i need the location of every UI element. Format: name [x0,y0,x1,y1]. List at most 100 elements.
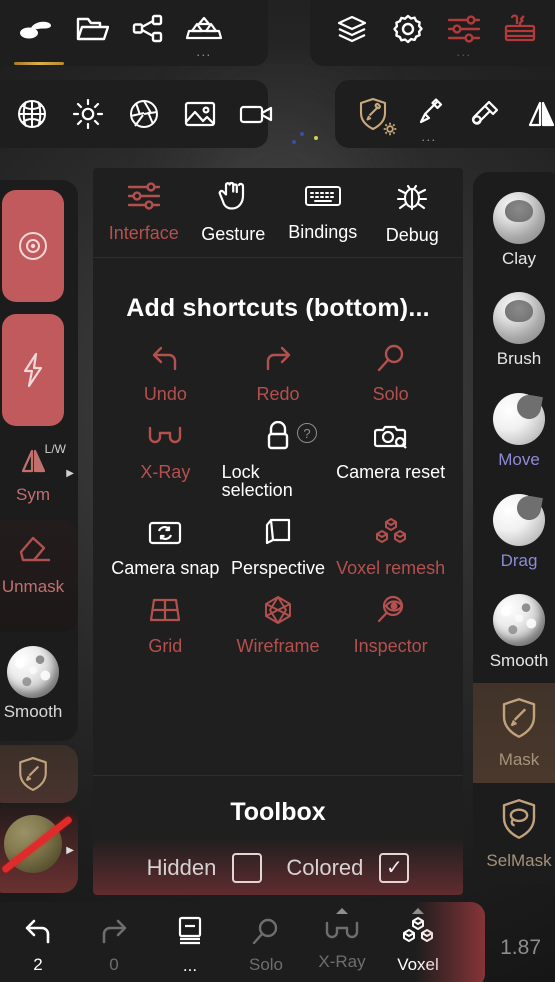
bottom-redo-button[interactable]: 0 [76,902,152,982]
aperture-icon[interactable] [116,86,172,142]
chevron-up-icon[interactable] [412,908,424,914]
unmask-button[interactable]: Unmask [0,520,78,632]
brush-item-clay[interactable]: Clay [473,180,555,281]
bottom-undo-button[interactable]: 2 [0,902,76,982]
mask-button[interactable] [0,745,78,803]
brush-item-smooth[interactable]: Smooth [473,582,555,683]
gear-icon[interactable] [380,1,436,57]
axis-gizmo-dot-z[interactable] [300,132,304,136]
shortcut-undo[interactable]: Undo [109,341,222,403]
toolbox-icon[interactable] [492,1,548,57]
brush-item-selmask[interactable]: SelMask [473,783,555,884]
sun-icon[interactable] [60,86,116,142]
wireframe-icon [262,593,294,627]
symmetry-expand-arrow[interactable]: ▶ [66,468,74,479]
shortcut-perspective[interactable]: Perspective [222,515,335,577]
shortcut-label: Grid [148,636,183,656]
paintbrush-icon[interactable]: ... [401,86,457,143]
more-options-ellipsis[interactable]: ... [401,130,457,143]
axis-gizmo-dot-y[interactable] [314,136,318,140]
shortcut-label: Solo [372,384,409,404]
brush-item-mask[interactable]: Mask [473,682,555,784]
bottom-solo-button[interactable]: Solo [228,902,304,982]
paint-bucket-icon[interactable] [457,86,513,142]
panel-tab-bar: Interface Gesture Bindings Debug [93,168,463,258]
bottom-voxel-button[interactable]: Voxel [380,902,456,982]
matcap-toggle[interactable]: ▶ [0,805,78,893]
hidden-checkbox[interactable] [232,853,263,883]
symmetry-label: Sym [16,485,50,504]
bug-icon [396,180,428,217]
tab-interface[interactable]: Interface [102,181,186,244]
colored-checkbox[interactable]: ✓ [379,853,410,883]
padlock-icon: ? [265,419,317,453]
symmetry-toggle[interactable]: L/W ▶ Sym [0,442,74,505]
folder-icon[interactable] [64,1,120,57]
shortcut-wireframe[interactable]: Wireframe [222,593,335,655]
colored-label: Colored [286,855,364,880]
colored-option[interactable]: Colored ✓ [286,853,410,883]
shield-brush-icon [16,755,50,798]
tab-bindings[interactable]: Bindings [281,183,365,243]
shortcut-solo[interactable]: Solo [334,341,447,403]
app-root: ... ... ... L/W ▶ Sym Unmask Smooth ▶ Cl… [0,0,555,982]
shortcut-camera-snap[interactable]: Camera snap [109,515,222,577]
shortcut-xray[interactable]: X-Ray [109,419,222,499]
layers-icon[interactable] [324,1,380,57]
help-badge-icon[interactable]: ? [296,423,317,443]
tab-debug[interactable]: Debug [370,180,454,246]
bottom-xray-button[interactable]: X-Ray [304,902,380,982]
gear-badge-icon[interactable] [383,122,397,136]
more-options-ellipsis[interactable]: ... [176,45,232,58]
drag-sphere-icon [493,493,545,546]
unmask-label: Unmask [1,577,65,596]
intensity-slider[interactable] [2,314,64,426]
matcap-expand-arrow[interactable]: ▶ [66,845,74,856]
bottom-layers-button[interactable]: ... [152,902,228,982]
brush-item-drag[interactable]: Drag [473,482,555,583]
toolbox-title: Toolbox [230,798,326,826]
shortcut-inspector[interactable]: Inspector [334,593,447,655]
camera-search-icon [373,419,408,453]
brush-item-move[interactable]: Move [473,381,555,482]
video-camera-icon[interactable] [228,86,284,142]
stack-blocks-icon[interactable]: ... [176,1,232,58]
eye-magnifier-icon [375,593,407,627]
shortcut-label: X-Ray [140,462,191,482]
more-options-ellipsis[interactable]: ... [436,45,492,58]
shortcut-redo[interactable]: Redo [222,341,335,403]
globe-grid-icon[interactable] [4,86,60,142]
shortcut-camera-reset[interactable]: Camera reset [334,419,447,499]
tab-label: Gesture [201,223,266,244]
keyboard-icon [304,183,342,214]
sliders-icon[interactable]: ... [436,1,492,58]
shortcut-lock-selection[interactable]: ? Lock selection [222,419,335,499]
undo-arrow-icon [22,916,54,951]
interface-settings-panel: Interface Gesture Bindings Debug Add sho… [93,168,463,895]
toolbox-options-row: Hidden Colored ✓ [93,841,463,895]
sculpt-shape-icon[interactable] [8,1,64,65]
share-nodes-icon[interactable] [120,1,176,57]
smooth-button[interactable]: Smooth [0,636,78,741]
shortcut-label: Camera reset [336,462,446,482]
top-toolbar-left: ... [0,0,268,66]
section-title: Add shortcuts (bottom)... [126,294,430,322]
shield-lasso-icon [499,797,539,846]
shield-brush-icon[interactable] [345,86,401,142]
brush-item-brush[interactable]: Brush [473,281,555,382]
xray-label: X-Ray [318,951,366,971]
image-icon[interactable] [172,86,228,142]
eraser-icon [11,530,55,573]
tab-gesture[interactable]: Gesture [191,181,275,245]
chevron-up-icon[interactable] [336,908,348,914]
magnifier-icon [376,341,406,375]
hidden-option[interactable]: Hidden [147,853,263,883]
mirror-icon[interactable] [513,86,555,142]
tab-label: Debug [385,224,439,245]
axis-gizmo-dot-x[interactable] [292,140,296,144]
radius-slider[interactable] [2,190,64,302]
redo-arrow-icon [262,341,294,375]
redo-arrow-icon [98,916,130,951]
shortcut-voxel-remesh[interactable]: Voxel remesh [334,515,447,577]
shortcut-grid[interactable]: Grid [109,593,222,655]
